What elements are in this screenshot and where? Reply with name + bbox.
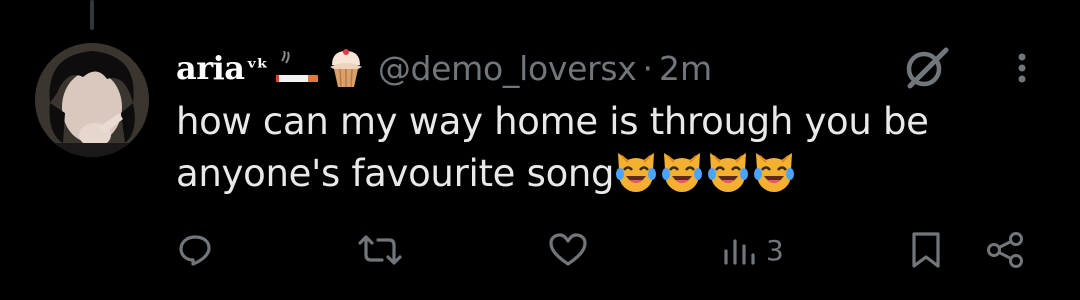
grok-icon[interactable] [902, 42, 952, 92]
cat-tears-of-joy-1 [616, 153, 657, 192]
bookmark-icon [912, 232, 940, 268]
cigarette-emoji [275, 51, 318, 82]
action-bar: 3 [0, 222, 1080, 278]
display-name[interactable]: aria [176, 49, 245, 87]
avatar[interactable] [35, 43, 149, 157]
cat-tears-of-joy-3 [708, 153, 749, 192]
cat-tears-of-joy-4 [754, 153, 795, 192]
tweet-header: aria ᵛᵏ @demo_loversx · 2m [176, 44, 712, 92]
share-icon [987, 232, 1023, 268]
tweet-text: how can my way home is through you be an… [176, 96, 1036, 200]
name-emojis [275, 47, 366, 89]
retweet-icon [358, 235, 402, 265]
more-dots-glyph [1018, 53, 1026, 83]
views-icon [724, 239, 755, 265]
views-count: 3 [766, 233, 784, 267]
avatar-image [35, 43, 149, 157]
more-options-icon[interactable] [1010, 48, 1034, 88]
display-name-decor: ᵛᵏ [246, 55, 268, 81]
like-button[interactable] [548, 222, 588, 278]
cat-tears-of-joy-2 [662, 153, 703, 192]
trailing-emojis [614, 150, 798, 194]
separator-dot: · [642, 48, 653, 88]
timestamp[interactable]: 2m [659, 49, 712, 88]
tweet-text-content: how can my way home is through you be an… [176, 100, 929, 195]
grok-icon-glyph [906, 47, 949, 89]
share-button[interactable] [984, 222, 1026, 278]
thread-line [90, 0, 94, 30]
cupcake-emoji [329, 49, 362, 88]
reply-button[interactable] [178, 222, 212, 278]
retweet-button[interactable] [356, 222, 404, 278]
user-handle[interactable]: @demo_loversx [378, 49, 637, 88]
reply-icon [179, 235, 211, 266]
views-button[interactable]: 3 [722, 222, 784, 278]
like-icon [549, 233, 587, 266]
bookmark-button[interactable] [910, 222, 942, 278]
